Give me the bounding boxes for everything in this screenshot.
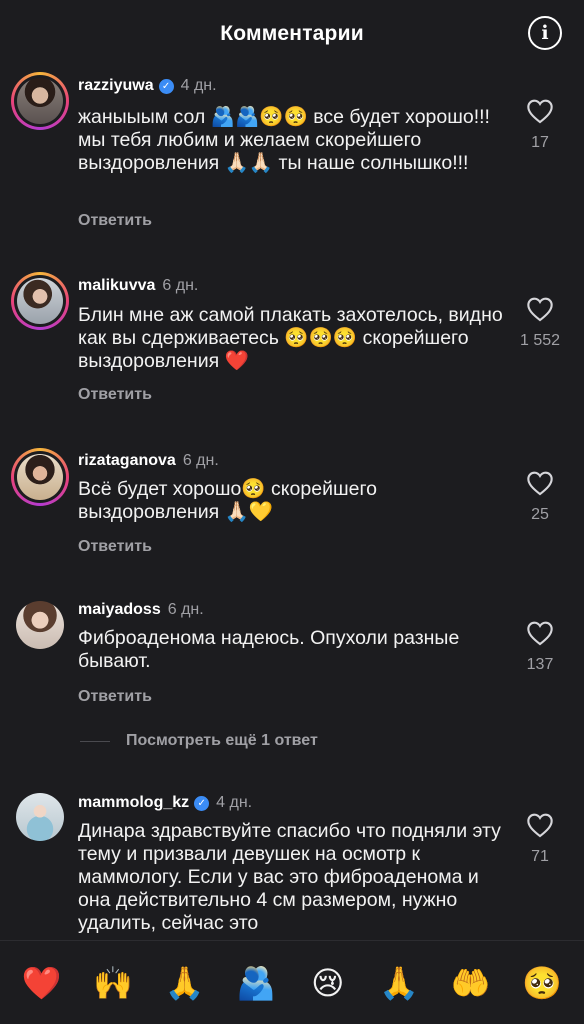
like-count: 25 bbox=[531, 506, 549, 523]
reply-button[interactable]: Ответить bbox=[78, 538, 152, 556]
info-icon[interactable]: i bbox=[528, 16, 562, 50]
reply-button[interactable]: Ответить bbox=[78, 386, 152, 404]
heart-icon bbox=[527, 813, 553, 838]
comment-text: Динара здравствуйте спасибо что подняли … bbox=[78, 820, 501, 934]
comment-item: mammolog_kz ✓ 4 дн. Динара здравствуйте … bbox=[0, 788, 584, 940]
view-more-replies-label: Посмотреть ещё 1 ответ bbox=[126, 732, 318, 749]
avatar[interactable] bbox=[11, 72, 69, 130]
heart-icon bbox=[527, 471, 553, 496]
avatar[interactable] bbox=[11, 448, 69, 506]
like-button[interactable]: 71 bbox=[516, 812, 564, 866]
comment-time: 4 дн. bbox=[216, 794, 253, 811]
comment-text: Фиброаденома надеюсь. Опухоли разные быв… bbox=[78, 627, 460, 672]
comment-text: Блин мне аж самой плакать захотелось, ви… bbox=[78, 304, 503, 372]
like-button[interactable]: 1 552 bbox=[510, 296, 570, 350]
comment-item: maiyadoss 6 дн. Фиброаденома надеюсь. Оп… bbox=[0, 594, 584, 714]
emoji-palms-up-button[interactable]: 🤲 bbox=[447, 964, 495, 1002]
view-more-replies-button[interactable]: Посмотреть ещё 1 ответ bbox=[80, 732, 318, 750]
emoji-raised-hands-button[interactable]: 🙌 bbox=[89, 964, 137, 1002]
heart-icon bbox=[527, 621, 553, 646]
comment-username[interactable]: mammolog_kz bbox=[78, 794, 189, 812]
like-button[interactable]: 137 bbox=[516, 620, 564, 674]
emoji-crying-face-button[interactable]: 😢 bbox=[304, 964, 352, 1002]
like-count: 137 bbox=[526, 656, 554, 673]
comment-username[interactable]: razziyuwa bbox=[78, 77, 154, 95]
comment-item: malikuvva 6 дн. Блин мне аж самой плакат… bbox=[0, 268, 584, 418]
comment-username[interactable]: maiyadoss bbox=[78, 601, 161, 619]
comment-text: жаныыым сол 🫂🫂🥺🥺 все будет хорошо!!! мы … bbox=[78, 106, 490, 174]
verified-badge-icon: ✓ bbox=[194, 795, 210, 811]
divider bbox=[80, 740, 110, 742]
like-button[interactable]: 25 bbox=[516, 470, 564, 524]
comment-username[interactable]: rizataganova bbox=[78, 452, 176, 470]
like-count: 71 bbox=[531, 848, 549, 865]
heart-icon bbox=[527, 297, 553, 322]
like-count: 1 552 bbox=[519, 332, 561, 349]
comment-time: 6 дн. bbox=[182, 452, 219, 469]
comment-time: 4 дн. bbox=[180, 77, 217, 94]
quick-emoji-bar: ❤️ 🙌 🙏 🫂 😢 🙏 🤲 🥺 bbox=[0, 940, 584, 1024]
page-title: Комментарии bbox=[220, 22, 364, 45]
comment-username[interactable]: malikuvva bbox=[78, 277, 155, 295]
verified-badge-icon: ✓ bbox=[158, 78, 174, 94]
comment-time: 6 дн. bbox=[167, 601, 204, 618]
heart-icon bbox=[527, 99, 553, 124]
reply-button[interactable]: Ответить bbox=[78, 212, 152, 230]
avatar[interactable] bbox=[11, 272, 69, 330]
emoji-heart-button[interactable]: ❤️ bbox=[18, 964, 66, 1002]
like-button[interactable]: 17 bbox=[516, 98, 564, 152]
reply-button[interactable]: Ответить bbox=[78, 688, 152, 706]
comment-list: razziyuwa ✓ 4 дн. жаныыым сол 🫂🫂🥺🥺 все б… bbox=[0, 68, 584, 940]
header: Комментарии i bbox=[0, 0, 584, 68]
emoji-folded-hands-button-2[interactable]: 🙏 bbox=[375, 964, 423, 1002]
avatar[interactable] bbox=[11, 596, 69, 654]
emoji-hug-button[interactable]: 🫂 bbox=[232, 964, 280, 1002]
avatar[interactable] bbox=[11, 788, 69, 846]
emoji-folded-hands-button[interactable]: 🙏 bbox=[161, 964, 209, 1002]
comment-item: rizataganova 6 дн. Всё будет хорошо🥺 ско… bbox=[0, 444, 584, 564]
emoji-pleading-face-button[interactable]: 🥺 bbox=[518, 964, 566, 1002]
comment-text: Всё будет хорошо🥺 скорейшего выздоровлен… bbox=[78, 478, 377, 523]
like-count: 17 bbox=[531, 134, 549, 151]
comment-item: razziyuwa ✓ 4 дн. жаныыым сол 🫂🫂🥺🥺 все б… bbox=[0, 68, 584, 258]
comment-time: 6 дн. bbox=[162, 277, 199, 294]
